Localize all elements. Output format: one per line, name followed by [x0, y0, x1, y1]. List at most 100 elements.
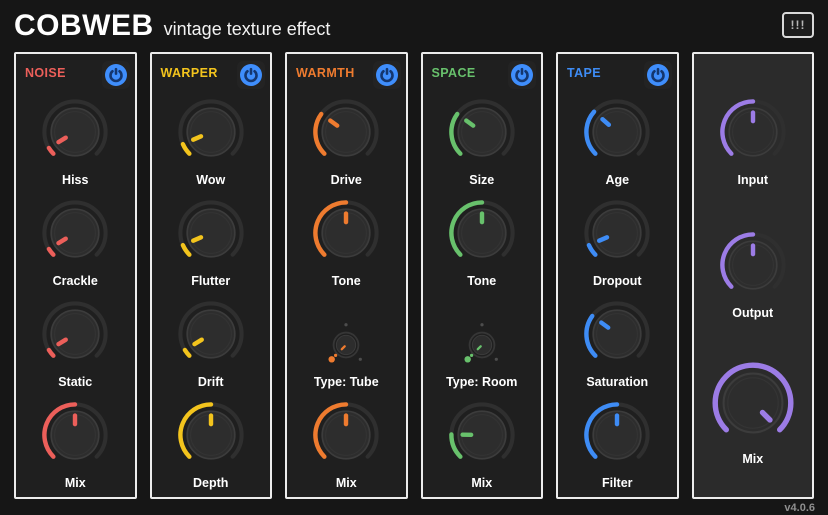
section-title-space: SPACE: [431, 66, 476, 80]
section-title-warmth: WARMTH: [296, 66, 355, 80]
knob-dial: [464, 323, 498, 363]
section-title-tape: TAPE: [567, 66, 602, 80]
knob-label: Drive: [330, 173, 362, 187]
knob-dial: [313, 200, 379, 258]
knob-dial: [177, 402, 244, 460]
knob-dial: [178, 200, 244, 258]
knob-noise-hiss[interactable]: Hiss: [41, 91, 109, 187]
power-button-noise[interactable]: [101, 61, 130, 89]
knob-tape-dropout[interactable]: Dropout: [583, 192, 651, 288]
power-button-tape[interactable]: [643, 61, 672, 89]
knob-dial: [178, 99, 244, 157]
knob-column: Hiss Crackle Static Mix: [16, 86, 135, 497]
version-label: v4.0.6: [784, 502, 815, 514]
knob-dial: [42, 301, 108, 359]
knob-dial: [42, 402, 108, 460]
power-icon: [511, 64, 533, 86]
knob-space-mix[interactable]: Mix: [448, 394, 516, 490]
knob-label: Size: [469, 173, 495, 187]
knob-master-output[interactable]: Output: [719, 216, 787, 320]
knob-tape-age[interactable]: Age: [583, 91, 651, 187]
power-button-space[interactable]: [508, 61, 536, 89]
knob-label: Age: [605, 173, 630, 187]
section-header: SPACE: [423, 54, 542, 89]
knob-column: Size Tone Type: Room Mix: [423, 86, 542, 497]
knob-space-tone[interactable]: Tone: [448, 192, 516, 288]
knob-dial: [42, 99, 108, 157]
section-header: NOISE: [16, 54, 135, 89]
knob-label: Wow: [196, 173, 226, 187]
knob-label: Crackle: [52, 274, 98, 288]
knob-dial: [719, 98, 786, 157]
knob-column: Input Output Mix: [694, 54, 813, 497]
knob-column: Wow Flutter Drift Depth: [152, 86, 271, 497]
master-panel: Input Output Mix: [691, 52, 814, 499]
knob-warper-drift[interactable]: Drift: [177, 293, 245, 389]
knob-dial: [448, 402, 515, 460]
knob-master-mix[interactable]: Mix: [711, 348, 795, 466]
power-button-warper[interactable]: [237, 61, 265, 89]
knob-label: Static: [58, 375, 93, 389]
knob-warper-flutter[interactable]: Flutter: [177, 192, 245, 288]
knob-space-type-room[interactable]: Type: Room: [446, 293, 517, 389]
knob-label: Drift: [197, 375, 224, 389]
knob-label: Tone: [467, 274, 497, 288]
knob-label: Input: [737, 172, 769, 187]
knob-dial: [719, 231, 786, 290]
panels-row: NOISE Hiss Crackle Static Mix WARPER Wow: [0, 52, 828, 499]
knob-space-size[interactable]: Size: [448, 91, 516, 187]
section-panel-space: SPACE Size Tone Type: Room Mix: [420, 52, 543, 499]
section-header: WARPER: [152, 54, 271, 89]
section-panel-warper: WARPER Wow Flutter Drift Depth: [149, 52, 272, 499]
knob-noise-mix[interactable]: Mix: [41, 394, 109, 490]
knob-dial: [178, 301, 244, 359]
power-icon: [104, 64, 127, 86]
section-title-noise: NOISE: [25, 66, 66, 80]
knob-label: Mix: [64, 476, 86, 490]
knob-noise-static[interactable]: Static: [41, 293, 109, 389]
knob-warmth-tone[interactable]: Tone: [312, 192, 380, 288]
knob-dial: [328, 323, 363, 363]
knob-warmth-mix[interactable]: Mix: [312, 394, 380, 490]
knob-label: Flutter: [191, 274, 231, 288]
menu-button[interactable]: !!!: [782, 12, 814, 38]
knob-label: Depth: [193, 476, 229, 490]
knob-label: Mix: [335, 476, 357, 490]
knob-dial: [584, 301, 650, 359]
knob-label: Mix: [471, 476, 493, 490]
section-header: TAPE: [558, 54, 677, 89]
power-icon: [646, 64, 669, 86]
power-button-warmth[interactable]: [372, 61, 401, 89]
knob-dial: [584, 402, 650, 460]
title-bar: COBWEB vintage texture effect !!!: [0, 0, 828, 52]
knob-label: Mix: [742, 452, 764, 467]
power-icon: [240, 64, 262, 86]
knob-dial: [448, 200, 515, 258]
knob-label: Type: Room: [446, 375, 518, 389]
knob-master-input[interactable]: Input: [719, 83, 787, 187]
knob-label: Hiss: [62, 173, 89, 187]
knob-warmth-drive[interactable]: Drive: [312, 91, 380, 187]
section-panel-noise: NOISE Hiss Crackle Static Mix: [14, 52, 137, 499]
plugin-logo: COBWEB: [14, 9, 154, 42]
knob-label: Filter: [601, 476, 633, 490]
knob-dial: [584, 99, 650, 157]
knob-warper-depth[interactable]: Depth: [177, 394, 245, 490]
knob-tape-filter[interactable]: Filter: [583, 394, 651, 490]
knob-tape-saturation[interactable]: Saturation: [583, 293, 651, 389]
knob-column: Drive Tone Type: Tube Mix: [287, 86, 406, 497]
knob-warper-wow[interactable]: Wow: [177, 91, 245, 187]
section-panel-tape: TAPE Age Dropout Saturation Filter: [556, 52, 679, 499]
section-title-warper: WARPER: [160, 66, 218, 80]
section-header: WARMTH: [287, 54, 406, 89]
knob-column: Age Dropout Saturation Filter: [558, 86, 677, 497]
knob-dial: [448, 99, 515, 157]
knob-noise-crackle[interactable]: Crackle: [41, 192, 109, 288]
knob-dial: [313, 99, 379, 157]
knob-label: Tone: [331, 274, 361, 288]
section-panel-warmth: WARMTH Drive Tone Type: Tube Mix: [285, 52, 408, 499]
plugin-subtitle: vintage texture effect: [163, 19, 331, 39]
knob-warmth-type-tube[interactable]: Type: Tube: [314, 293, 379, 389]
knob-dial: [313, 402, 379, 460]
knob-dial: [712, 362, 794, 434]
